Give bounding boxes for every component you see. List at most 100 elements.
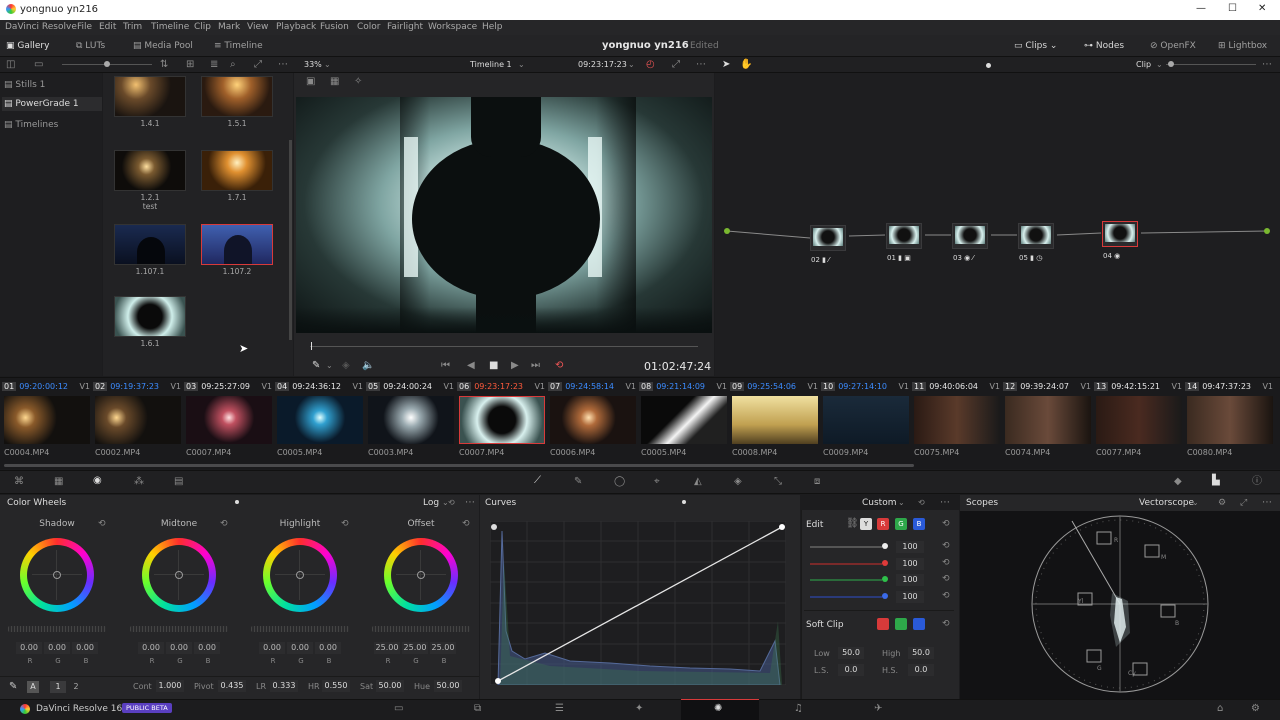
lum-range-value[interactable]: 0.333 — [270, 680, 298, 692]
hand-icon[interactable]: ✋ — [740, 59, 752, 71]
3d-icon[interactable]: ⧈ — [814, 476, 820, 488]
play-icon[interactable]: ▶ — [511, 360, 519, 372]
auto-button[interactable]: A — [27, 681, 39, 693]
fullscreen-icon[interactable]: ⤢ — [672, 59, 680, 71]
clip-thumbnail[interactable] — [732, 396, 818, 444]
clip-thumbnail[interactable] — [1096, 396, 1182, 444]
midtone-master-slider[interactable] — [130, 626, 228, 632]
keyframes-icon[interactable]: ◆ — [1174, 476, 1182, 488]
home-icon[interactable]: ⌂ — [1217, 703, 1223, 715]
timeline-clip[interactable]: 04 09:24:36:12 V1 C0005.MP4 — [275, 380, 365, 462]
stop-icon[interactable]: ■ — [489, 360, 498, 372]
sidebar-item-stills[interactable]: ▤ Stills 1 — [4, 80, 100, 92]
reverse-play-icon[interactable]: ◀ — [467, 360, 475, 372]
wheel-mode-selector[interactable]: Log — [423, 498, 439, 508]
settings-icon[interactable]: ⚙ — [1251, 703, 1260, 715]
timeline-clip[interactable]: 13 09:42:15:21 V1 C0077.MP4 — [1094, 380, 1184, 462]
expand-icon[interactable]: ⤢ — [254, 59, 262, 71]
nodes-toggle[interactable]: ⊶ Nodes — [1084, 39, 1124, 53]
clip-thumbnail[interactable] — [459, 396, 545, 444]
reset-icon[interactable]: ⟲ — [942, 618, 950, 630]
curves-icon[interactable]: ⟋ — [534, 475, 541, 487]
clip-thumbnail[interactable] — [4, 396, 90, 444]
still-thumbnail[interactable] — [114, 224, 186, 265]
hue-range-value[interactable]: 0.550 — [322, 680, 350, 692]
timeline-clip[interactable]: 01 09:20:00:12 V1 C0004.MP4 — [2, 380, 92, 462]
timeline-clip-selected[interactable]: 06 09:23:17:23 V1 C0007.MP4 — [457, 380, 547, 462]
reset-icon[interactable]: ⟲ — [942, 518, 950, 530]
curve-graph[interactable] — [490, 521, 786, 685]
blur-icon[interactable]: ◭ — [694, 476, 702, 488]
openfx-toggle[interactable]: ⊘ OpenFX — [1150, 39, 1196, 53]
bypass-icon[interactable]: ◴ — [646, 59, 655, 71]
clip-thumbnail[interactable] — [914, 396, 1000, 444]
clip-thumbnail[interactable] — [823, 396, 909, 444]
pivot-value[interactable]: 0.435 — [218, 680, 246, 692]
reset-icon[interactable]: ⟲ — [448, 497, 455, 509]
clip-thumbnail[interactable] — [368, 396, 454, 444]
highlight-icon[interactable]: ✧ — [354, 76, 362, 88]
more-options-icon[interactable]: ⋯ — [278, 59, 288, 71]
more-options-icon[interactable]: ⋯ — [465, 497, 475, 509]
reset-icon[interactable]: ⟲ — [942, 557, 950, 569]
reset-icon[interactable]: ⟲ — [942, 540, 950, 552]
clips-toggle[interactable]: ▭ Clips ⌄ — [1014, 39, 1057, 53]
timeline-selector[interactable]: Timeline 1 — [470, 60, 512, 69]
offset-master-slider[interactable] — [372, 626, 470, 632]
zoom-level[interactable]: 33% — [304, 60, 322, 69]
color-picker-icon[interactable]: ✎ — [312, 360, 320, 372]
b-intensity-slider[interactable] — [808, 591, 898, 603]
menu-mark[interactable]: Mark — [218, 22, 240, 32]
menu-help[interactable]: Help — [482, 22, 503, 32]
reset-icon[interactable]: ⟲ — [98, 518, 106, 530]
timeline-clip[interactable]: 10 09:27:14:10 V1 C0009.MP4 — [821, 380, 911, 462]
fusion-page-icon[interactable]: ✦ — [635, 703, 643, 715]
deliver-page-icon[interactable]: ✈ — [874, 703, 882, 715]
menu-workspace[interactable]: Workspace — [428, 22, 477, 32]
scopes-icon[interactable]: ▙ — [1212, 475, 1220, 487]
menu-playback[interactable]: Playback — [276, 22, 316, 32]
sort-icon[interactable]: ⇅ — [160, 59, 168, 71]
shadow-master-slider[interactable] — [8, 626, 106, 632]
reset-icon[interactable]: ⟲ — [462, 518, 470, 530]
midtone-wheel[interactable] — [142, 538, 216, 612]
timeline-clip[interactable]: 05 09:24:00:24 V1 C0003.MP4 — [366, 380, 456, 462]
sidebar-item-powergrade[interactable]: ▤ PowerGrade 1 — [2, 97, 102, 111]
close-button[interactable]: ✕ — [1258, 3, 1266, 14]
scrubber-playhead[interactable] — [311, 342, 312, 350]
low-value[interactable]: 50.0 — [838, 647, 864, 659]
luts-tab[interactable]: ⧉ LUTs — [76, 39, 105, 53]
more-options-icon[interactable]: ⋯ — [940, 497, 950, 509]
expand-icon[interactable]: ⤢ — [1240, 497, 1247, 509]
settings-icon[interactable]: ⚙ — [1218, 497, 1226, 509]
color-match-icon[interactable]: ▦ — [54, 476, 63, 488]
lightbox-toggle[interactable]: ⊞ Lightbox — [1218, 39, 1267, 53]
search-icon[interactable]: ⌕ — [230, 59, 236, 71]
wheel-puck[interactable] — [296, 571, 304, 579]
volume-icon[interactable]: 🔈 — [362, 360, 374, 372]
b-intensity-value[interactable]: 100 — [896, 591, 924, 603]
reset-icon[interactable]: ⟲ — [942, 590, 950, 602]
channel-b-button[interactable]: B — [913, 518, 925, 530]
timeline-clip[interactable]: 08 09:21:14:09 V1 C0005.MP4 — [639, 380, 729, 462]
menu-file[interactable]: File — [77, 22, 92, 32]
page-2-button[interactable]: 2 — [70, 681, 82, 693]
channel-g-button[interactable]: G — [895, 518, 907, 530]
timeline-clip[interactable]: 03 09:25:27:09 V1 C0007.MP4 — [184, 380, 274, 462]
sidebar-toggle-icon[interactable]: ◫ — [6, 59, 15, 71]
sidebar-item-timelines[interactable]: ▤ Timelines — [4, 120, 100, 132]
auto-balance-icon[interactable]: ✎ — [9, 681, 17, 693]
media-pool-tab[interactable]: ▤ Media Pool — [133, 39, 193, 53]
r-intensity-value[interactable]: 100 — [896, 558, 924, 570]
media-page-icon[interactable]: ▭ — [394, 703, 403, 715]
menu-view[interactable]: View — [247, 22, 268, 32]
clip-strip-scrollbar[interactable] — [4, 464, 914, 467]
channel-y-button[interactable]: Y — [860, 518, 872, 530]
gallery-tab[interactable]: ▣ Gallery — [6, 39, 49, 53]
timeline-clip[interactable]: 07 09:24:58:14 V1 C0006.MP4 — [548, 380, 638, 462]
list-view-icon[interactable]: ≣ — [210, 59, 218, 71]
edit-page-icon[interactable]: ☰ — [555, 703, 564, 715]
key-icon[interactable]: ◈ — [734, 476, 742, 488]
node-zoom-slider[interactable] — [1166, 64, 1256, 65]
softclip-r-button[interactable] — [877, 618, 889, 630]
